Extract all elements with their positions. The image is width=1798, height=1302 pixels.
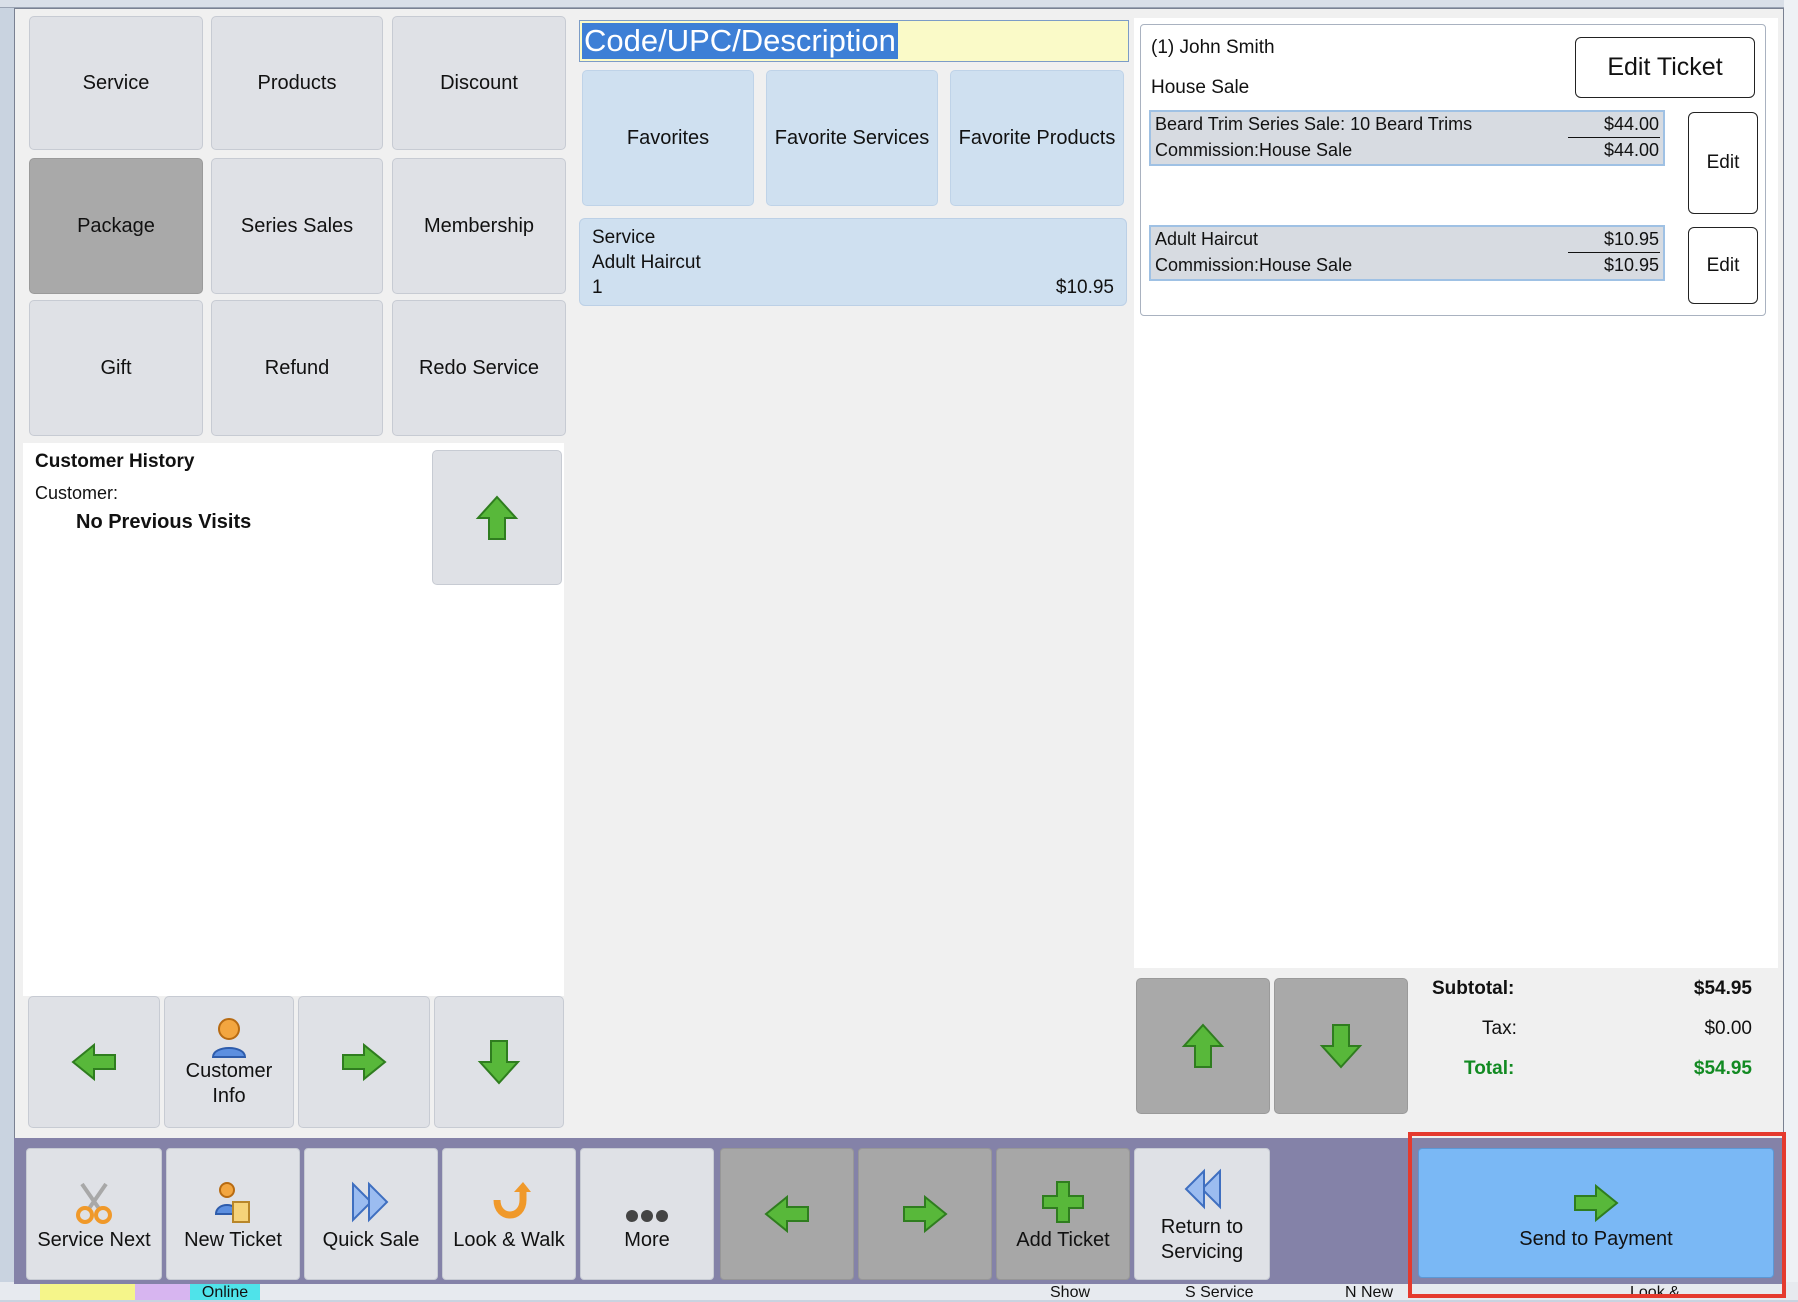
add-ticket-button[interactable]: Add Ticket <box>996 1148 1130 1280</box>
service-next-button[interactable]: Service Next <box>26 1148 162 1280</box>
arrow-up-icon <box>1181 1023 1225 1068</box>
package-category-button[interactable]: Package <box>29 158 203 294</box>
customer-info-label-2: Info <box>212 1085 246 1107</box>
ticket-customer-name: (1) John Smith <box>1151 37 1275 58</box>
ticket-line-item[interactable]: Beard Trim Series Sale: 10 Beard Trims $… <box>1149 110 1665 166</box>
redo-service-category-button[interactable]: Redo Service <box>392 300 566 436</box>
arrow-left-icon <box>764 1194 809 1234</box>
quick-sale-label: Quick Sale <box>322 1228 420 1251</box>
service-next-label: Service Next <box>37 1228 151 1251</box>
ticket-line-desc: Beard Trim Series Sale: 10 Beard Trims <box>1155 114 1473 134</box>
ticket-line-desc: Adult Haircut <box>1155 229 1259 249</box>
tax-value: $0.00 <box>1704 1018 1752 1039</box>
favorite-products-button[interactable]: Favorite Products <box>950 70 1124 206</box>
send-to-payment-label: Send to Payment <box>1519 1227 1673 1250</box>
service-item-card[interactable]: Service Adult Haircut 1 $10.95 <box>579 218 1127 306</box>
subtotal-value: $54.95 <box>1693 978 1752 999</box>
favorites-button[interactable]: Favorites <box>582 70 754 206</box>
ticket-card: (1) John Smith House Sale Edit Ticket Be… <box>1140 24 1766 316</box>
look-walk-button[interactable]: Look & Walk <box>442 1148 576 1280</box>
look-walk-label: Look & Walk <box>453 1228 565 1251</box>
membership-category-button[interactable]: Membership <box>392 158 566 294</box>
total-label: Total: <box>1464 1058 1515 1079</box>
arrow-up-icon <box>475 495 519 540</box>
background-right-edge <box>1784 0 1798 1300</box>
subtotal-label: Subtotal: <box>1432 978 1515 999</box>
down-arrow-button[interactable] <box>434 996 564 1128</box>
right-arrow-button[interactable] <box>298 996 430 1128</box>
more-dots-icon <box>626 1209 668 1222</box>
search-field[interactable]: Code/UPC/Description <box>579 20 1129 62</box>
more-label: More <box>624 1228 670 1251</box>
edit-line-button[interactable]: Edit <box>1688 227 1758 304</box>
customer-icon <box>211 1018 246 1058</box>
arrow-right-icon <box>903 1194 948 1234</box>
history-scroll-up-button[interactable] <box>432 450 562 585</box>
ticket-line-price: $44.00 <box>1603 114 1659 134</box>
refund-category-button[interactable]: Refund <box>211 300 383 436</box>
arrow-right-icon <box>1574 1183 1619 1222</box>
scissors-icon <box>76 1182 112 1224</box>
tax-label: Tax: <box>1482 1018 1517 1039</box>
total-value: $54.95 <box>1693 1058 1752 1079</box>
quick-sale-button[interactable]: Quick Sale <box>304 1148 438 1280</box>
new-ticket-button[interactable]: New Ticket <box>166 1148 300 1280</box>
service-item-name: Adult Haircut <box>592 252 701 273</box>
plus-icon <box>1042 1180 1084 1223</box>
arrow-left-icon <box>71 1042 116 1082</box>
status-service: S Service <box>1185 1284 1254 1301</box>
gift-category-button[interactable]: Gift <box>29 300 203 436</box>
ticket-line-item[interactable]: Adult Haircut $10.95 Commission:House Sa… <box>1149 225 1665 281</box>
more-button[interactable]: More <box>580 1148 714 1280</box>
status-online: Online <box>190 1284 260 1301</box>
discount-category-button[interactable]: Discount <box>392 16 566 150</box>
add-ticket-label: Add Ticket <box>1016 1228 1110 1251</box>
customer-info-label-1: Customer <box>185 1060 273 1082</box>
series-sales-category-button[interactable]: Series Sales <box>211 158 383 294</box>
service-item-type: Service <box>592 227 656 248</box>
no-previous-visits: No Previous Visits <box>76 511 252 533</box>
ticket-sale-type: House Sale <box>1151 77 1250 98</box>
ticket-line-commission: Commission:House Sale <box>1155 255 1353 275</box>
return-to-servicing-button[interactable]: Return to Servicing <box>1134 1148 1270 1280</box>
arrow-down-icon <box>477 1040 521 1085</box>
ticket-line-commission-amount: $10.95 <box>1603 255 1659 275</box>
search-input-value[interactable]: Code/UPC/Description <box>582 23 898 59</box>
ticket-scroll-down-button[interactable] <box>1274 978 1408 1114</box>
arrow-right-icon <box>342 1042 387 1082</box>
favorite-services-button[interactable]: Favorite Services <box>766 70 938 206</box>
left-arrow-button[interactable] <box>28 996 160 1128</box>
service-item-qty: 1 <box>592 277 603 298</box>
toolbar-prev-button[interactable] <box>720 1148 854 1280</box>
fast-forward-icon <box>352 1181 389 1222</box>
return-label-1: Return to <box>1160 1216 1244 1238</box>
u-turn-icon <box>493 1181 531 1218</box>
edit-ticket-button[interactable]: Edit Ticket <box>1575 37 1755 98</box>
rewind-icon <box>1184 1168 1221 1210</box>
background-top-strip <box>0 0 1798 8</box>
totals-panel: Subtotal: $54.95 Tax: $0.00 Total: $54.9… <box>1412 972 1752 1092</box>
new-ticket-label: New Ticket <box>184 1228 282 1251</box>
toolbar-next-button[interactable] <box>858 1148 992 1280</box>
ticket-line-commission-amount: $44.00 <box>1603 140 1659 160</box>
ticket-scroll-up-button[interactable] <box>1136 978 1270 1114</box>
edit-line-button[interactable]: Edit <box>1688 112 1758 214</box>
service-category-button[interactable]: Service <box>29 16 203 150</box>
arrow-down-icon <box>1319 1024 1363 1069</box>
products-category-button[interactable]: Products <box>211 16 383 150</box>
customer-info-button[interactable]: Customer Info <box>164 996 294 1128</box>
new-ticket-icon <box>214 1181 250 1223</box>
customer-label: Customer: <box>35 483 119 503</box>
ticket-line-price: $10.95 <box>1603 229 1659 249</box>
status-new: N New <box>1345 1284 1394 1301</box>
send-to-payment-button[interactable]: Send to Payment <box>1418 1148 1774 1278</box>
return-label-2: Servicing <box>1160 1241 1244 1263</box>
ticket-line-commission: Commission:House Sale <box>1155 140 1353 160</box>
customer-history-title: Customer History <box>35 451 195 472</box>
service-item-price: $10.95 <box>1055 277 1114 298</box>
status-show: Show <box>1050 1284 1091 1301</box>
